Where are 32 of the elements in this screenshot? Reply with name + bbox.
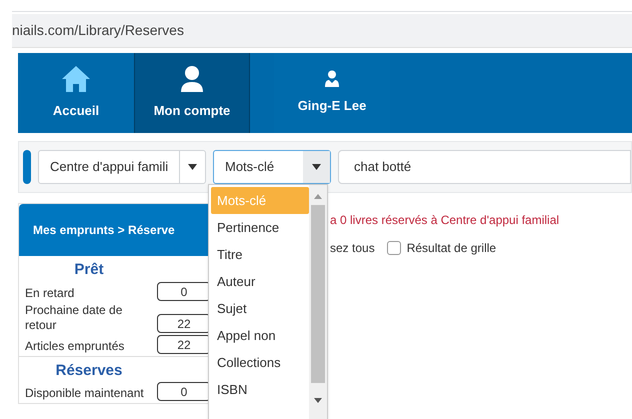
user-icon [180,65,204,94]
section-heading: Prêt [74,260,104,280]
dropdown-option[interactable]: Appel non [211,322,309,349]
dropdown-option[interactable]: Auteur [211,268,309,295]
select-all-label[interactable]: sez tous [330,239,375,257]
user-icon [324,70,340,88]
dropdown-option[interactable]: Titre [211,241,309,268]
panel-title: Mes emprunts > Réserve [33,222,175,239]
field-select[interactable]: Mots-clé [213,150,331,184]
caret-icon [188,164,197,170]
grid-checkbox-label[interactable]: Résultat de grille [406,239,496,257]
dropdown-option[interactable]: Pertinence [211,214,309,241]
dropdown-option[interactable]: Collections [211,349,309,376]
stat-label: Articles empruntés [25,338,126,354]
nav-tab[interactable]: Mon compte [134,53,250,133]
nav-tab[interactable]: Accueil [18,53,134,133]
stat-label: Prochaine date de retour [25,302,124,332]
home-icon [61,65,91,94]
caret-icon [312,164,321,170]
dropdown-option[interactable]: ISBN [211,376,309,403]
grid-checkbox[interactable] [386,241,401,255]
reservation-message: a 0 livres réservés à Centre d'appui familial [330,212,560,229]
section-heading: Réserves [56,360,122,380]
scroll-down-icon[interactable] [314,398,322,403]
branch-select[interactable]: Centre d'appui famili [38,150,206,184]
address-url[interactable]: niails.com/Library/Reserves [12,20,184,41]
search-field[interactable]: chat botté [338,150,631,184]
stat-label: En retard [25,286,76,300]
scrollbar[interactable] [309,185,327,419]
stat-label: Disponible maintenant [25,386,145,401]
accent-bar [23,150,31,184]
dropdown-option[interactable]: Sujet [211,295,309,322]
